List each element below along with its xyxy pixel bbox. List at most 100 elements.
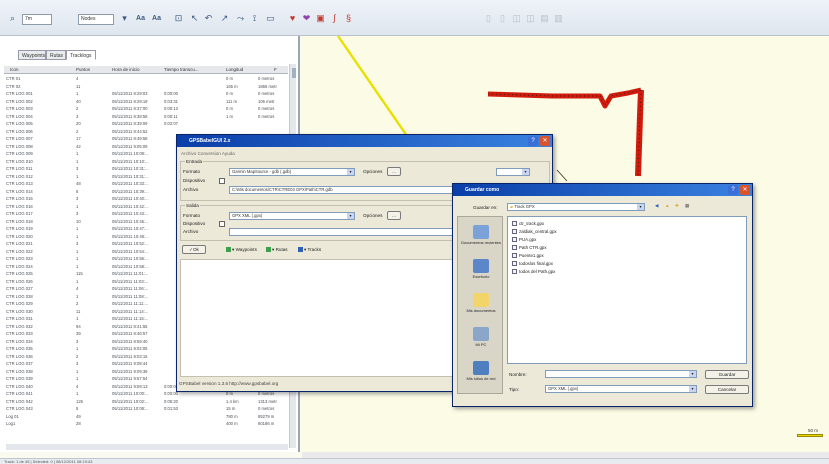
- tab-rutas[interactable]: Rutas: [46, 50, 66, 60]
- polyline-icon[interactable]: ∫: [328, 12, 341, 25]
- cursor-icon[interactable]: ↖: [188, 12, 201, 25]
- place-my-documents[interactable]: Mis documentos: [460, 293, 502, 313]
- table-row[interactable]: CTR 01 4 0 m 0 metros: [4, 75, 288, 83]
- file-item[interactable]: Path CTR.gpx: [512, 245, 547, 251]
- back-icon[interactable]: ◀: [655, 203, 659, 209]
- small-track-segment[interactable]: [556, 169, 568, 182]
- undo-icon[interactable]: ↶: [202, 12, 215, 25]
- file-item[interactable]: Puente1.gpx: [512, 253, 544, 259]
- chevron-down-icon[interactable]: ▾: [347, 213, 354, 219]
- disabled-tool-4-icon[interactable]: ◫: [524, 12, 537, 25]
- filename-input[interactable]: ▾: [545, 370, 697, 378]
- input-options-button[interactable]: …: [387, 167, 401, 176]
- place-recent[interactable]: Documentos recientes: [460, 225, 502, 245]
- save-in-select[interactable]: ▰ Track GPX ▾: [507, 203, 645, 211]
- tab-waypoints[interactable]: Waypoints: [18, 50, 46, 60]
- save-button[interactable]: Guardar: [705, 370, 749, 379]
- table-row[interactable]: CTR LOG 001 1 05/11/2011 8:29:03 0:00:00 0 m…: [4, 90, 288, 98]
- file-item[interactable]: todoslos final.gpx: [512, 261, 553, 267]
- area-icon[interactable]: §: [342, 12, 355, 25]
- tracks-option[interactable]: ▾ Tracks: [298, 247, 321, 253]
- table-cell: 1: [76, 203, 79, 209]
- tab-tracklogs[interactable]: Tracklogs: [66, 50, 96, 60]
- table-row[interactable]: CTR LOG 043 5 05/11/2011 10:08:... 0:01:53 1…: [4, 405, 288, 413]
- view-menu-icon[interactable]: ▦: [685, 203, 689, 209]
- table-cell: 05/11/2011 9:57:54: [112, 376, 148, 381]
- font-smaller-button[interactable]: Aa: [150, 12, 163, 25]
- up-folder-icon[interactable]: ▲: [665, 203, 670, 208]
- file-item[interactable]: PUA.gpx: [512, 237, 536, 243]
- disabled-tool-6-icon[interactable]: ▥: [552, 12, 565, 25]
- layer-combo[interactable]: Nodes: [78, 14, 114, 25]
- table-cell: 42: [76, 143, 81, 149]
- track-icon[interactable]: ▣: [314, 12, 327, 25]
- font-larger-button[interactable]: Aa: [134, 12, 147, 25]
- chevron-down-icon[interactable]: ▾: [347, 169, 354, 175]
- place-network[interactable]: Mis sitios de red: [460, 361, 502, 381]
- dropdown-icon[interactable]: ▾: [118, 12, 131, 25]
- select-icon[interactable]: ⊡: [172, 12, 185, 25]
- output-options-button[interactable]: …: [387, 211, 401, 220]
- input-format-select[interactable]: Garmin MapSource - gdb (.gdb) ▾: [229, 168, 355, 176]
- disabled-tool-1-icon[interactable]: ▯: [482, 12, 495, 25]
- table-row[interactable]: Log 01 49 780 m 85279 m: [4, 413, 288, 421]
- zoom-combo[interactable]: 7m: [22, 14, 52, 25]
- route-icon[interactable]: ❤: [300, 12, 313, 25]
- routes-option[interactable]: ▾ Rutas: [266, 247, 288, 253]
- input-device-checkbox[interactable]: [219, 178, 225, 184]
- ok-button[interactable]: ✓Ok: [182, 245, 206, 254]
- disabled-tool-2-icon[interactable]: ▯: [496, 12, 509, 25]
- table-row[interactable]: CTR LOG 002 40 05/11/2011 8:29:19 0:03:31 11…: [4, 98, 288, 106]
- chevron-down-icon[interactable]: ▾: [689, 386, 696, 392]
- help-icon[interactable]: ?: [728, 185, 738, 195]
- output-format-select[interactable]: GPX XML (.gpx) ▾: [229, 212, 355, 220]
- draw-icon[interactable]: ↗: [218, 12, 231, 25]
- output-device-checkbox[interactable]: [219, 221, 225, 227]
- gpsbabel-menu[interactable]: Archivo Conversion Ayuda: [181, 151, 235, 156]
- measure-icon[interactable]: ⟟: [248, 12, 261, 25]
- column-header-f[interactable]: F: [274, 66, 277, 74]
- input-device-select[interactable]: ▾: [496, 168, 530, 176]
- waypoint-icon[interactable]: ♥: [286, 12, 299, 25]
- column-header-icon[interactable]: Icon: [10, 66, 19, 74]
- table-row[interactable]: CTR LOG 005 20 05/11/2011 8:39:09 0:02:07: [4, 120, 288, 128]
- waypoints-option[interactable]: ▾ Waypoints: [226, 247, 257, 253]
- place-my-computer[interactable]: Mi PC: [460, 327, 502, 347]
- table-row[interactable]: CTR LOG 004 3 05/11/2011 8:38:58 0:00:11 1 m…: [4, 113, 288, 121]
- table-cell: CTR LOG 012: [6, 173, 33, 179]
- scroll-thumb[interactable]: [292, 68, 296, 78]
- table-cell: CTR LOG 025: [6, 271, 33, 276]
- column-header-length[interactable]: Longitud: [226, 66, 243, 74]
- table-cell: 05/11/2011 8:46:57: [112, 331, 148, 336]
- column-header-elapsed[interactable]: Tiempo transcu...: [164, 66, 199, 74]
- file-type-select[interactable]: GPX XML (.gpx) ▾: [545, 385, 697, 393]
- new-folder-icon[interactable]: ✚: [675, 203, 679, 209]
- column-header-start-time[interactable]: Hora de inicio: [112, 66, 140, 74]
- help-icon[interactable]: ?: [528, 136, 538, 146]
- table-cell: 40: [76, 98, 81, 104]
- red-track-horizontal[interactable]: [487, 87, 642, 109]
- column-header-points[interactable]: Puntos: [76, 66, 90, 74]
- table-row[interactable]: Log1 28 400 m 60186 m: [4, 420, 288, 428]
- place-desktop[interactable]: Escritorio: [460, 259, 502, 279]
- cancel-button[interactable]: Cancelar: [705, 385, 749, 394]
- file-item[interactable]: todos del Path.gpx: [512, 269, 555, 275]
- table-cell: 4: [76, 286, 79, 291]
- search-icon[interactable]: ⌕: [6, 12, 19, 25]
- table-row[interactable]: CTR LOG 042 126 05/11/2011 10:02:... 0:05:2…: [4, 398, 288, 406]
- table-row[interactable]: CTR 02 11 165 m 1866 metr: [4, 83, 288, 91]
- grid-icon[interactable]: ▭: [264, 12, 277, 25]
- disabled-tool-5-icon[interactable]: ▤: [538, 12, 551, 25]
- close-icon[interactable]: ✕: [740, 185, 750, 195]
- track-flag-icon: [298, 247, 303, 253]
- file-item[interactable]: ctr_track.gpx: [512, 221, 544, 227]
- file-item[interactable]: zaldiak_central.gpx: [512, 229, 557, 235]
- table-row[interactable]: CTR LOG 003 2 05/11/2011 8:37:00 0:00:13 0 m…: [4, 105, 288, 113]
- disabled-tool-3-icon[interactable]: ◫: [510, 12, 523, 25]
- chevron-down-icon[interactable]: ▾: [689, 371, 696, 377]
- path-icon[interactable]: ⤳: [234, 12, 247, 25]
- horizontal-scrollbar[interactable]: [6, 444, 288, 450]
- close-icon[interactable]: ✕: [540, 136, 550, 146]
- chevron-down-icon[interactable]: ▾: [522, 169, 529, 175]
- chevron-down-icon[interactable]: ▾: [637, 204, 644, 210]
